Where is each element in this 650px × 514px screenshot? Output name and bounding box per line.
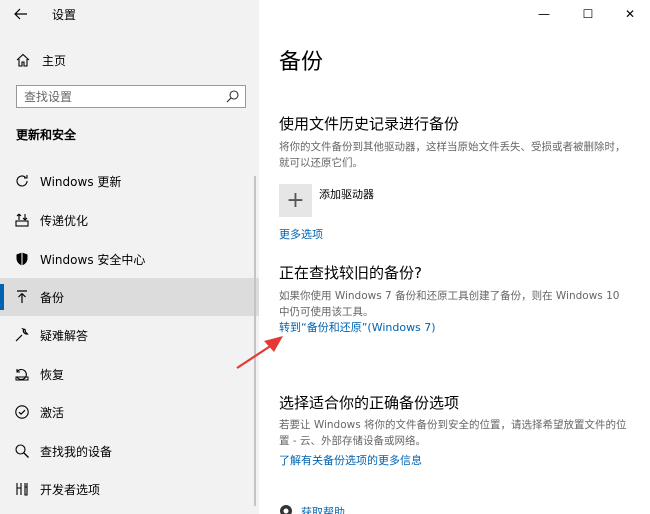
- sidebar-item-label: 查找我的设备: [40, 445, 113, 459]
- search-icon[interactable]: [226, 90, 239, 103]
- close-button[interactable]: ✕: [615, 4, 645, 24]
- choose-option-heading: 选择适合你的正确备份选项: [279, 394, 460, 412]
- minimize-button[interactable]: —: [529, 4, 559, 24]
- sidebar-item-recovery[interactable]: 恢复: [0, 355, 259, 393]
- back-button[interactable]: [10, 4, 32, 24]
- sidebar-item-label: 恢复: [40, 368, 65, 382]
- sidebar-item-backup[interactable]: 备份: [0, 278, 259, 316]
- sidebar-item-label: Windows 更新: [40, 175, 122, 189]
- get-help-link[interactable]: 获取帮助: [301, 504, 345, 514]
- search-input[interactable]: [24, 89, 214, 104]
- sidebar-item-label: 疑难解答: [40, 329, 89, 343]
- home-icon: [16, 53, 30, 67]
- learn-more-link[interactable]: 了解有关备份选项的更多信息: [279, 452, 422, 468]
- older-backup-description: 如果你使用 Windows 7 备份和还原工具创建了备份，则在 Windows …: [279, 290, 620, 318]
- sidebar-item-security-center[interactable]: Windows 安全中心: [0, 240, 259, 278]
- sidebar-item-label: 开发者选项: [40, 483, 101, 497]
- maximize-button[interactable]: ☐: [573, 4, 603, 24]
- page-title: 备份: [279, 50, 324, 75]
- sidebar-scrollbar[interactable]: [254, 176, 256, 506]
- activation-check-icon: [15, 405, 29, 419]
- sidebar-item-label: 传递优化: [40, 214, 89, 228]
- sidebar: 设置 主页 更新和安全 Windows 更新 传递优化 Windows 安全中心…: [0, 0, 259, 514]
- section-title: 更新和安全: [16, 128, 77, 142]
- settings-window: 设置 主页 更新和安全 Windows 更新 传递优化 Windows 安全中心…: [0, 0, 650, 514]
- sidebar-item-troubleshoot[interactable]: 疑难解答: [0, 316, 259, 354]
- search-box[interactable]: [16, 85, 246, 108]
- delivery-optimization-icon: [15, 213, 29, 227]
- sidebar-item-home[interactable]: 主页: [0, 48, 259, 72]
- older-backup-heading: 正在查找较旧的备份?: [279, 264, 422, 282]
- sidebar-item-activation[interactable]: 激活: [0, 393, 259, 431]
- plus-icon: +: [286, 188, 305, 213]
- refresh-icon: [16, 175, 28, 187]
- sidebar-item-delivery-optimization[interactable]: 传递优化: [0, 201, 259, 239]
- sidebar-item-windows-update[interactable]: Windows 更新: [0, 162, 259, 200]
- window-title: 设置: [52, 8, 77, 22]
- sidebar-item-developer-options[interactable]: 开发者选项: [0, 470, 259, 508]
- find-device-icon: [15, 444, 29, 458]
- recovery-icon: [15, 368, 29, 381]
- file-history-heading: 使用文件历史记录进行备份: [279, 115, 460, 133]
- add-drive-label[interactable]: 添加驱动器: [319, 186, 374, 202]
- main-content: — ☐ ✕ 备份 使用文件历史记录进行备份 将你的文件备份到其他驱动器，这样当原…: [259, 0, 650, 514]
- developer-icon: [16, 483, 28, 496]
- back-arrow-icon: [14, 8, 27, 20]
- backup-icon: [17, 290, 27, 303]
- file-history-description: 将你的文件备份到其他驱动器，这样当原始文件丢失、受损或者被删除时，就可以还原它们…: [279, 141, 626, 169]
- backup-restore-link[interactable]: 转到“备份和还原”(Windows 7): [279, 319, 436, 335]
- wrench-icon: [15, 327, 29, 342]
- help-icon: [280, 505, 292, 514]
- shield-icon: [16, 252, 28, 266]
- sidebar-item-find-my-device[interactable]: 查找我的设备: [0, 432, 259, 470]
- sidebar-item-label: 激活: [40, 406, 65, 420]
- choose-option-description: 若要让 Windows 将你的文件备份到安全的位置，请选择希望放置文件的位置 -…: [279, 419, 627, 447]
- sidebar-item-label: 备份: [40, 291, 65, 305]
- home-label: 主页: [42, 54, 67, 68]
- add-drive-button[interactable]: +: [279, 184, 312, 217]
- more-options-link[interactable]: 更多选项: [279, 226, 323, 242]
- sidebar-item-label: Windows 安全中心: [40, 253, 146, 267]
